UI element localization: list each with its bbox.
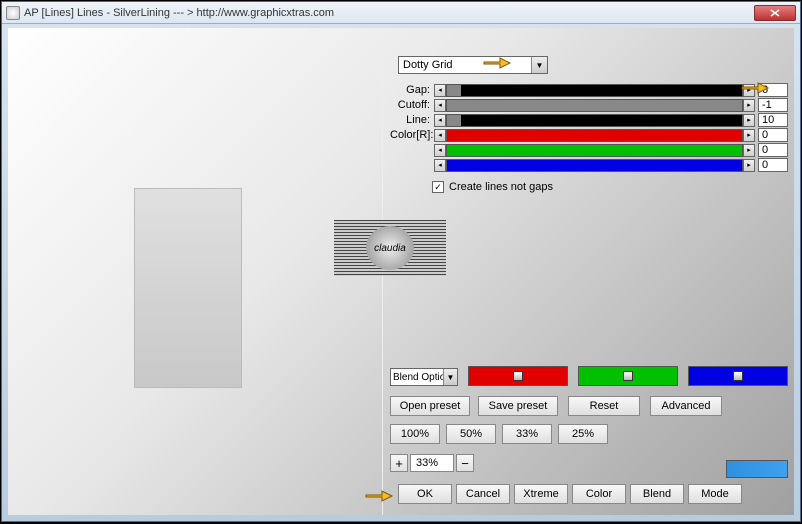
cutoff-decrement[interactable]: ◂ [434, 99, 446, 112]
color-g-slider[interactable] [446, 144, 743, 157]
close-button[interactable] [754, 5, 796, 21]
watermark: claudia [334, 220, 446, 276]
advanced-button[interactable]: Advanced [650, 396, 722, 416]
red-adjust-slider[interactable] [468, 366, 568, 386]
color-r-value[interactable]: 0 [758, 128, 788, 142]
color-r-slider[interactable] [446, 129, 743, 142]
preset-dropdown[interactable]: Dotty Grid ▼ [398, 56, 548, 74]
line-value[interactable]: 10 [758, 113, 788, 127]
open-preset-button[interactable]: Open preset [390, 396, 470, 416]
color-swatch[interactable] [726, 460, 788, 478]
color-b-increment[interactable]: ▸ [743, 159, 755, 172]
gap-slider-row: Gap: ◂ ▸ 6 [390, 83, 788, 97]
cutoff-slider[interactable] [446, 99, 743, 112]
app-window: AP [Lines] Lines - SilverLining --- > ht… [1, 1, 801, 522]
app-icon [6, 6, 20, 20]
cancel-button[interactable]: Cancel [456, 484, 510, 504]
color-r-label: Color[R]: [390, 129, 434, 141]
chevron-down-icon: ▼ [443, 369, 457, 385]
cutoff-slider-row: Cutoff: ◂ ▸ -1 [390, 98, 788, 112]
slider-thumb [623, 371, 633, 381]
gap-label: Gap: [390, 84, 434, 96]
pointer-hand-icon [364, 486, 394, 504]
preview-rectangle [134, 188, 242, 388]
color-g-increment[interactable]: ▸ [743, 144, 755, 157]
content-area: Dotty Grid ▼ Gap: ◂ ▸ 6 Cutoff: ◂ ▸ [8, 28, 794, 515]
close-icon [770, 9, 780, 17]
slider-thumb [513, 371, 523, 381]
gap-slider[interactable] [446, 84, 743, 97]
pointer-hand-icon [740, 78, 770, 96]
color-b-decrement[interactable]: ◂ [434, 159, 446, 172]
zoom-increase-button[interactable]: + [390, 454, 408, 472]
cutoff-increment[interactable]: ▸ [743, 99, 755, 112]
zoom-100-button[interactable]: 100% [390, 424, 440, 444]
zoom-decrease-button[interactable]: − [456, 454, 474, 472]
zoom-33-button[interactable]: 33% [502, 424, 552, 444]
color-g-decrement[interactable]: ◂ [434, 144, 446, 157]
color-b-slider[interactable] [446, 159, 743, 172]
color-r-decrement[interactable]: ◂ [434, 129, 446, 142]
cutoff-label: Cutoff: [390, 99, 434, 111]
line-slider-row: Line: ◂ ▸ 10 [390, 113, 788, 127]
watermark-globe: claudia [366, 226, 414, 270]
zoom-value[interactable]: 33% [410, 454, 454, 472]
color-r-slider-row: Color[R]: ◂ ▸ 0 [390, 128, 788, 142]
line-increment[interactable]: ▸ [743, 114, 755, 127]
line-decrement[interactable]: ◂ [434, 114, 446, 127]
color-button[interactable]: Color [572, 484, 626, 504]
zoom-stepper: + 33% − [390, 454, 474, 472]
gap-decrement[interactable]: ◂ [434, 84, 446, 97]
cutoff-value[interactable]: -1 [758, 98, 788, 112]
titlebar: AP [Lines] Lines - SilverLining --- > ht… [2, 2, 800, 24]
blend-selected: Blend Optio [393, 372, 445, 383]
zoom-25-button[interactable]: 25% [558, 424, 608, 444]
chevron-down-icon: ▼ [531, 57, 547, 73]
color-b-value[interactable]: 0 [758, 158, 788, 172]
color-g-slider-row: ◂ ▸ 0 [390, 143, 788, 157]
blend-button[interactable]: Blend [630, 484, 684, 504]
color-b-slider-row: ◂ ▸ 0 [390, 158, 788, 172]
controls-pane: Dotty Grid ▼ Gap: ◂ ▸ 6 Cutoff: ◂ ▸ [386, 28, 794, 515]
color-r-increment[interactable]: ▸ [743, 129, 755, 142]
slider-thumb [733, 371, 743, 381]
create-lines-checkbox[interactable]: ✓ [432, 181, 444, 193]
green-adjust-slider[interactable] [578, 366, 678, 386]
blue-adjust-slider[interactable] [688, 366, 788, 386]
create-lines-label: Create lines not gaps [449, 181, 553, 193]
save-preset-button[interactable]: Save preset [478, 396, 558, 416]
preset-selected: Dotty Grid [403, 59, 453, 71]
zoom-50-button[interactable]: 50% [446, 424, 496, 444]
watermark-text: claudia [374, 243, 406, 254]
pointer-hand-icon [482, 53, 512, 71]
xtreme-button[interactable]: Xtreme [514, 484, 568, 504]
mode-button[interactable]: Mode [688, 484, 742, 504]
line-slider[interactable] [446, 114, 743, 127]
color-g-value[interactable]: 0 [758, 143, 788, 157]
ok-button[interactable]: OK [398, 484, 452, 504]
window-title: AP [Lines] Lines - SilverLining --- > ht… [24, 7, 754, 19]
line-label: Line: [390, 114, 434, 126]
create-lines-checkbox-row: ✓ Create lines not gaps [432, 181, 553, 193]
preview-pane [8, 28, 382, 515]
reset-button[interactable]: Reset [568, 396, 640, 416]
blend-dropdown[interactable]: Blend Optio ▼ [390, 368, 458, 386]
